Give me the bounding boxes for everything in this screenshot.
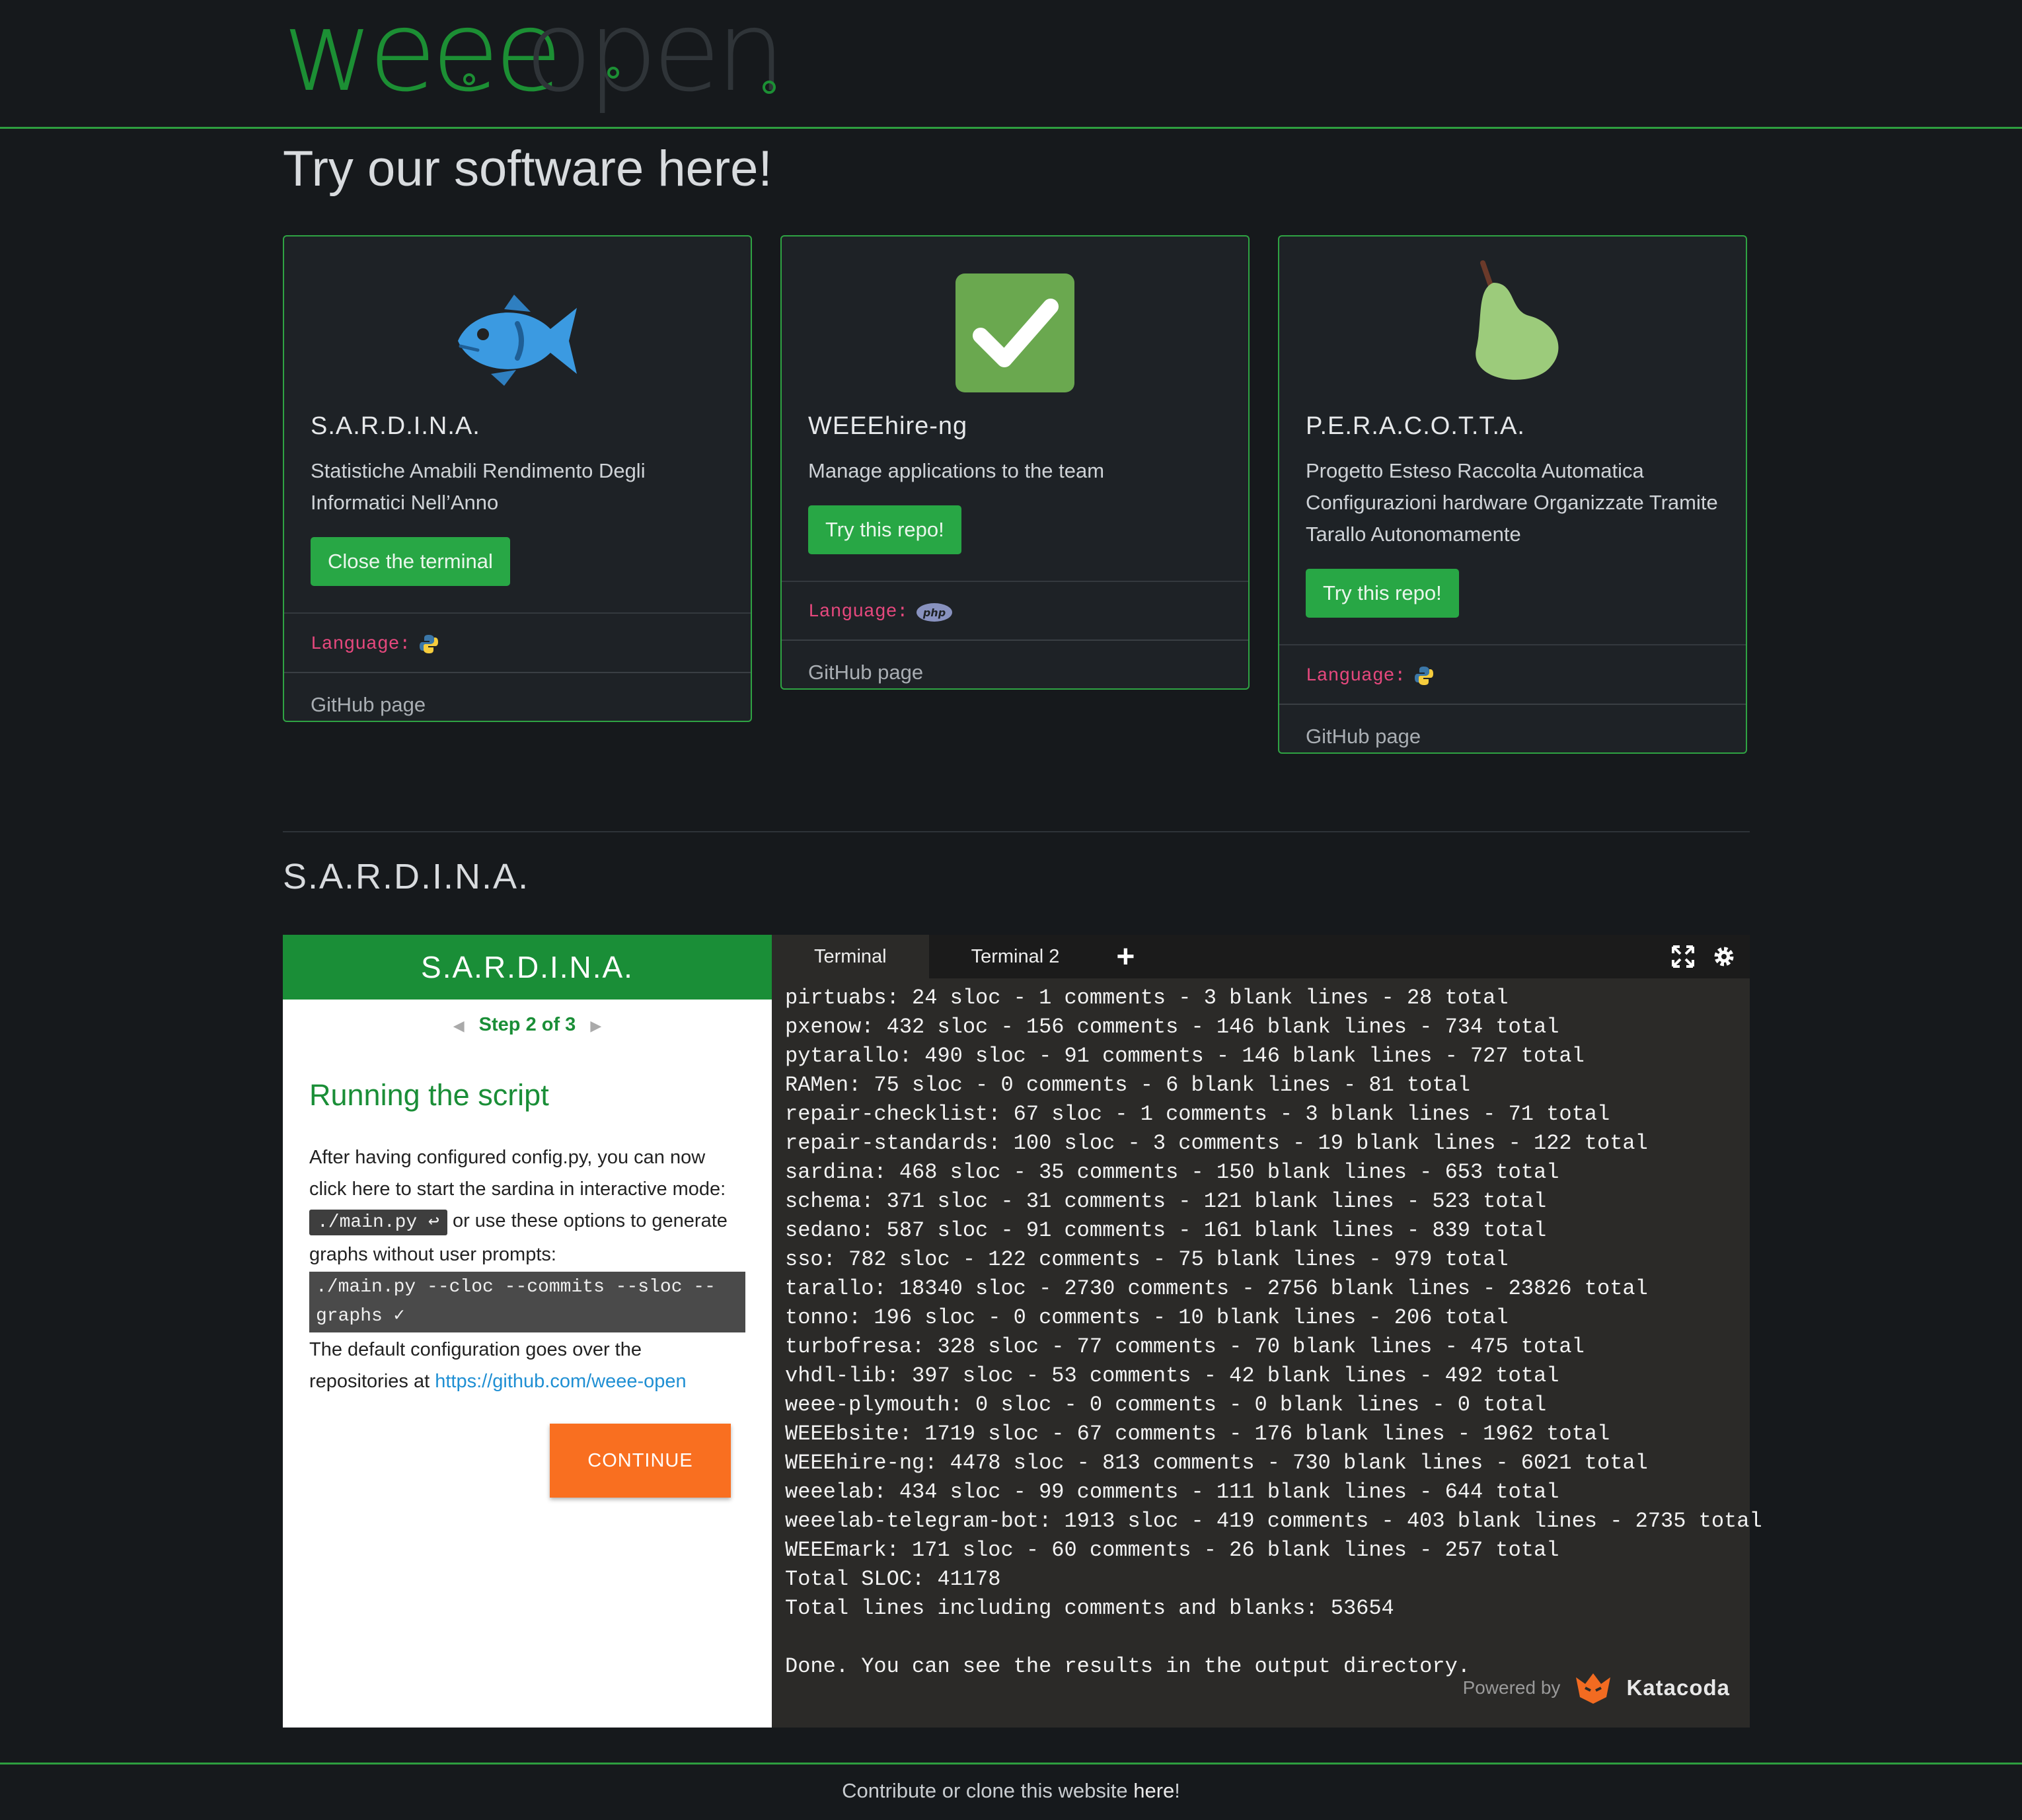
svg-text:php: php: [922, 606, 946, 619]
fullscreen-icon[interactable]: [1670, 944, 1696, 969]
terminal-line: vhdl-lib: 397 sloc - 53 comments - 42 bl…: [785, 1364, 1559, 1388]
terminal-line: repair-standards: 100 sloc - 3 comments …: [785, 1131, 1648, 1155]
terminal-line: pxenow: 432 sloc - 156 comments - 146 bl…: [785, 1015, 1559, 1039]
card-title: WEEEhire-ng: [808, 412, 968, 440]
card-title: P.E.R.A.C.O.T.T.A.: [1306, 412, 1525, 440]
terminal-line: tarallo: 18340 sloc - 2730 comments - 27…: [785, 1276, 1648, 1301]
terminal-line: sso: 782 sloc - 122 comments - 75 blank …: [785, 1247, 1509, 1272]
tab-terminal-2[interactable]: Terminal 2: [929, 935, 1102, 978]
checkmark-icon: [955, 273, 1074, 392]
execute-code-options[interactable]: ./main.py --cloc --commits --sloc --grap…: [309, 1272, 745, 1332]
close-terminal-button[interactable]: Close the terminal: [311, 537, 510, 586]
step-text: After having configured config.py, you c…: [309, 1142, 745, 1397]
try-repo-button[interactable]: Try this repo!: [1306, 569, 1459, 618]
card-weeehire: WEEEhire-ng Manage applications to the t…: [780, 235, 1250, 690]
terminal-line: weeelab-telegram-bot: 1913 sloc - 419 co…: [785, 1509, 1762, 1533]
svg-text:open: open: [525, 7, 780, 116]
repositories-link[interactable]: https://github.com/weee-open: [435, 1371, 686, 1392]
terminal-panel: Terminal Terminal 2 + pirtuabs: 24 sloc …: [772, 935, 1762, 1728]
scenario-panel: S.A.R.D.I.N.A. ◀ Step 2 of 3 ▶ Running the…: [283, 935, 772, 1728]
terminal-line: pytarallo: 490 sloc - 91 comments - 146 …: [785, 1044, 1585, 1068]
site-header: weee open: [0, 0, 2022, 129]
language-label: Language:: [311, 634, 411, 655]
scenario-title: S.A.R.D.I.N.A.: [283, 935, 772, 1000]
language-label: Language:: [1306, 665, 1406, 686]
footer-suffix: !: [1174, 1779, 1180, 1802]
continue-button[interactable]: CONTINUE: [550, 1424, 731, 1498]
card-peracotta: P.E.R.A.C.O.T.T.A. Progetto Esteso Racco…: [1278, 235, 1747, 754]
php-icon: php: [917, 602, 953, 622]
section-divider: [283, 831, 1750, 832]
terminal-line: weeelab: 434 sloc - 99 comments - 111 bl…: [785, 1480, 1559, 1504]
katacoda-brand: Katacoda: [1626, 1675, 1730, 1700]
language-row: Language:: [284, 614, 751, 673]
terminal-line: Total lines including comments and blank…: [785, 1596, 1394, 1620]
footer-text: Contribute or clone this website: [842, 1779, 1128, 1802]
terminal-line: sardina: 468 sloc - 35 comments - 150 bl…: [785, 1160, 1559, 1184]
language-row: Language:: [1279, 645, 1746, 705]
python-icon: [420, 635, 439, 653]
footer-here-link[interactable]: here: [1133, 1779, 1174, 1802]
fish-icon: [458, 295, 577, 386]
weeeopen-logo[interactable]: weee open: [283, 7, 785, 119]
card-art: [782, 237, 1248, 392]
card-art: [1279, 237, 1746, 388]
language-row: Language: php: [782, 582, 1248, 641]
next-step-icon[interactable]: ▶: [590, 1017, 601, 1034]
step-paragraph: After having configured config.py, you c…: [309, 1147, 726, 1200]
step-indicator: Step 2 of 3: [478, 1014, 576, 1035]
terminal-line: RAMen: 75 sloc - 0 comments - 6 blank li…: [785, 1073, 1470, 1097]
github-link[interactable]: GitHub page: [284, 673, 751, 721]
card-title: S.A.R.D.I.N.A.: [311, 412, 480, 440]
card-description: Progetto Esteso Raccolta Automatica Conf…: [1306, 459, 1718, 546]
python-icon: [1415, 667, 1434, 685]
terminal-line: pirtuabs: 24 sloc - 1 comments - 3 blank…: [785, 986, 1509, 1010]
pear-icon: [1476, 260, 1559, 380]
terminal-line: WEEEmark: 171 sloc - 60 comments - 26 bl…: [785, 1538, 1559, 1562]
execute-code-main[interactable]: ./main.py ↩: [309, 1210, 447, 1235]
terminal-toolbar: [1670, 944, 1737, 969]
gear-icon[interactable]: [1711, 944, 1737, 969]
tab-terminal[interactable]: Terminal: [772, 935, 929, 978]
page-title: Try our software here!: [283, 141, 772, 197]
terminal-line: schema: 371 sloc - 31 comments - 121 bla…: [785, 1189, 1547, 1214]
katacoda-logo-icon: [1576, 1673, 1611, 1704]
card-sardina: S.A.R.D.I.N.A. Statistiche Amabili Rendi…: [283, 235, 752, 722]
github-link[interactable]: GitHub page: [782, 641, 1248, 688]
prev-step-icon[interactable]: ◀: [453, 1017, 465, 1034]
language-label: Language:: [808, 602, 909, 622]
card-description: Manage applications to the team: [808, 459, 1105, 482]
step-heading: Running the script: [309, 1078, 549, 1112]
try-repo-button[interactable]: Try this repo!: [808, 505, 961, 554]
terminal-line: WEEEhire-ng: 4478 sloc - 813 comments - …: [785, 1451, 1648, 1475]
add-tab-icon[interactable]: +: [1102, 935, 1149, 978]
terminal-line: WEEEbsite: 1719 sloc - 67 comments - 176…: [785, 1422, 1610, 1446]
github-link[interactable]: GitHub page: [1279, 705, 1746, 752]
katacoda-embed: S.A.R.D.I.N.A. ◀ Step 2 of 3 ▶ Running the…: [283, 935, 1762, 1728]
terminal-line: tonno: 196 sloc - 0 comments - 10 blank …: [785, 1305, 1509, 1330]
card-description: Statistiche Amabili Rendimento Degli Inf…: [311, 459, 646, 514]
terminal-line: Total SLOC: 41178: [785, 1567, 1001, 1591]
powered-by-label: Powered by: [1462, 1677, 1561, 1698]
svg-text:weee: weee: [283, 7, 557, 116]
terminal-line: weee-plymouth: 0 sloc - 0 comments - 0 b…: [785, 1393, 1547, 1417]
terminal-tabs: Terminal Terminal 2 +: [772, 935, 1750, 978]
powered-by[interactable]: Powered by Katacoda: [1463, 1671, 1730, 1705]
terminal-line: sedano: 587 sloc - 91 comments - 161 bla…: [785, 1218, 1547, 1243]
step-navigation: ◀ Step 2 of 3 ▶: [283, 1014, 772, 1036]
terminal-line: turbofresa: 328 sloc - 77 comments - 70 …: [785, 1334, 1585, 1359]
terminal-output[interactable]: pirtuabs: 24 sloc - 1 comments - 3 blank…: [772, 978, 1762, 1681]
site-footer: Contribute or clone this website here!: [0, 1763, 2022, 1820]
section-title: S.A.R.D.I.N.A.: [283, 857, 530, 896]
card-art: [284, 237, 751, 388]
terminal-line: repair-checklist: 67 sloc - 1 comments -…: [785, 1102, 1610, 1126]
